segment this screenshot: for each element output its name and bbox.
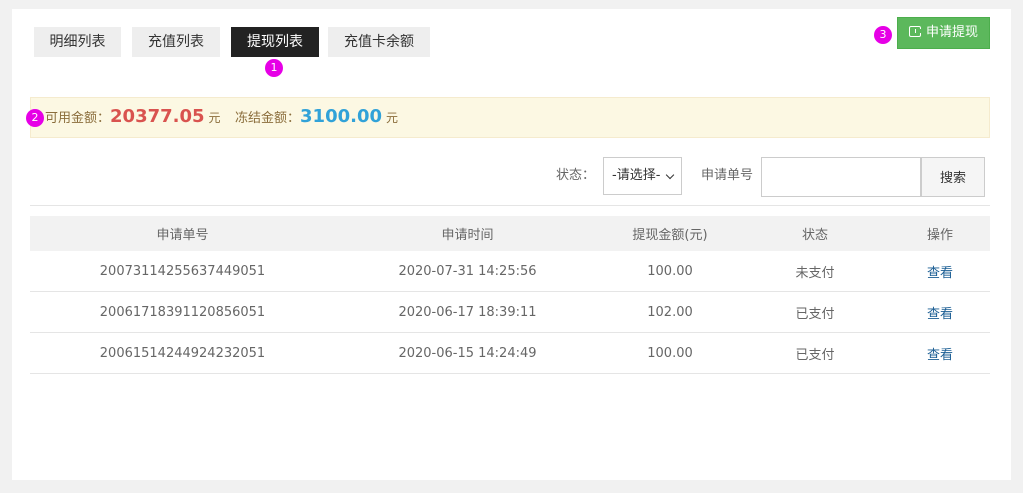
view-link[interactable]: 查看: [927, 262, 953, 281]
order-number-label: 申请单号: [701, 168, 754, 183]
table-row: 20061718391120856051 2020-06-17 18:39:11…: [30, 292, 990, 333]
frozen-unit: 元: [386, 111, 399, 125]
marker-3: 3: [874, 26, 892, 44]
tab-detail-list[interactable]: 明细列表: [34, 27, 121, 57]
tab-card-balance[interactable]: 充值卡余额: [328, 27, 430, 57]
status-filter-label: 状态：: [556, 168, 596, 183]
apply-withdraw-label: 申请提现: [925, 25, 978, 40]
status-select[interactable]: -请选择-: [603, 157, 682, 195]
available-label: 可用金额：: [45, 111, 111, 126]
cell-status: 已支付: [795, 306, 835, 322]
content-panel: 明细列表 充值列表 提现列表 充值卡余额 1 3 申请提现 2 可用金额：203…: [12, 9, 1011, 480]
cell-order-number: 20061514244924232051: [99, 345, 266, 361]
status-select-value: -请选择-: [612, 168, 661, 183]
cell-apply-time: 2020-07-31 14:25:56: [398, 263, 537, 279]
cell-action: 查看: [890, 251, 990, 291]
search-button[interactable]: 搜索: [921, 157, 985, 197]
frozen-label: 冻结金额：: [235, 111, 301, 126]
tab-recharge-list[interactable]: 充值列表: [132, 27, 220, 57]
available-balance: 可用金额：20377.05 元: [45, 106, 221, 127]
withdraw-icon: [908, 26, 921, 37]
table-row: 20061514244924232051 2020-06-15 14:24:49…: [30, 333, 990, 374]
frozen-value: 3100.00: [300, 106, 382, 127]
cell-amount: 102.00: [647, 304, 693, 320]
marker-2: 2: [26, 109, 44, 127]
cell-action: 查看: [890, 333, 990, 373]
frozen-balance: 冻结金额：3100.00 元: [235, 106, 398, 127]
table-header: 申请单号 申请时间 提现金额(元) 状态 操作: [30, 216, 990, 251]
available-unit: 元: [208, 111, 221, 125]
cell-order-number: 20073114255637449051: [99, 263, 266, 279]
header-action: 操作: [926, 228, 953, 243]
cell-amount: 100.00: [647, 263, 693, 279]
header-status: 状态: [801, 228, 828, 243]
cell-action: 查看: [890, 292, 990, 332]
view-link[interactable]: 查看: [927, 344, 953, 363]
available-value: 20377.05: [110, 106, 205, 127]
table-row: 20073114255637449051 2020-07-31 14:25:56…: [30, 251, 990, 292]
header-order-number: 申请单号: [156, 228, 209, 243]
cell-apply-time: 2020-06-15 14:24:49: [398, 345, 537, 361]
cell-order-number: 20061718391120856051: [99, 304, 266, 320]
cell-apply-time: 2020-06-17 18:39:11: [398, 304, 537, 320]
cell-status: 已支付: [795, 347, 835, 363]
apply-withdraw-button[interactable]: 申请提现: [897, 17, 990, 49]
header-apply-time: 申请时间: [441, 228, 494, 243]
order-number-input[interactable]: [761, 157, 921, 197]
marker-1: 1: [265, 59, 283, 77]
withdraw-table: 申请单号 申请时间 提现金额(元) 状态 操作 2007311425563744…: [30, 216, 990, 374]
tab-withdraw-list[interactable]: 提现列表: [231, 27, 319, 57]
balance-bar: 2 可用金额：20377.05 元 冻结金额：3100.00 元: [26, 97, 990, 138]
header-amount: 提现金额(元): [632, 228, 708, 243]
cell-amount: 100.00: [647, 345, 693, 361]
cell-status: 未支付: [795, 265, 835, 281]
view-link[interactable]: 查看: [927, 303, 953, 322]
divider: [30, 205, 990, 206]
chevron-down-icon: [665, 170, 675, 180]
